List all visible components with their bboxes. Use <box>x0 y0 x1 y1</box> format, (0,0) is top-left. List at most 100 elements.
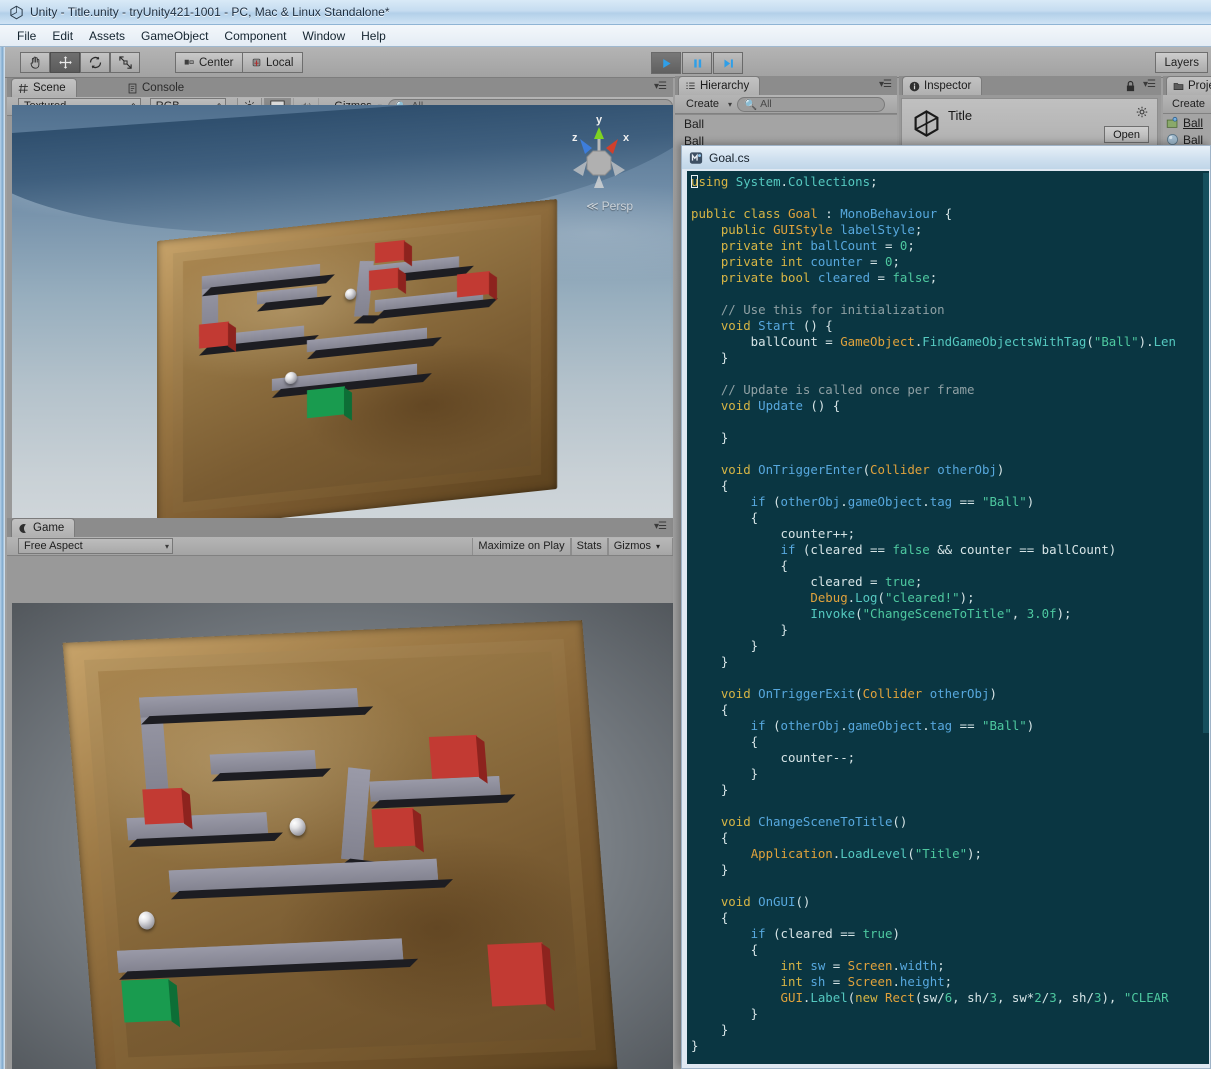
code-line: { <box>691 734 759 749</box>
hierarchy-panel-menu-icon[interactable]: ▾☰ <box>879 79 892 90</box>
hierarchy-create-dropdown[interactable]: Create ▾ <box>681 96 735 112</box>
info-icon <box>909 81 920 91</box>
scene-panel-menu-icon[interactable]: ▾☰ <box>654 81 667 92</box>
tab-console[interactable]: Console <box>120 78 195 97</box>
tab-game[interactable]: Game <box>11 518 76 537</box>
tab-project[interactable]: Project <box>1166 76 1211 95</box>
pause-button[interactable] <box>682 52 712 74</box>
hand-icon <box>30 56 39 69</box>
pivot-mode-button[interactable]: Center <box>175 52 243 73</box>
move-tool-button[interactable] <box>50 52 80 73</box>
project-item[interactable]: Ball <box>1163 114 1211 131</box>
gizmos-dropdown-game[interactable]: Gizmos ▾ <box>607 537 673 555</box>
code-line: ballCount = GameObject.FindGameObjectsWi… <box>691 334 1176 349</box>
move-arrows-icon <box>58 56 72 69</box>
code-line: counter--; <box>691 750 856 765</box>
code-editor-scrollbar-thumb[interactable] <box>1203 173 1209 733</box>
chevron-down-icon: ▾ <box>164 541 169 551</box>
space-mode-button[interactable]: Local <box>242 52 303 73</box>
lock-icon[interactable] <box>1126 80 1135 92</box>
scale-tool-button[interactable] <box>110 52 140 73</box>
tab-hierarchy-label: Hierarchy <box>700 80 750 92</box>
code-line: GUI.Label(new Rect(sw/6, sh/3, sw*2/3, s… <box>780 990 1169 1005</box>
scene-orientation-gizmo[interactable]: y z x <box>563 111 635 195</box>
hand-tool-button[interactable] <box>20 52 50 73</box>
gizmo-axis-z-label: z <box>572 132 578 144</box>
code-line: } <box>691 1006 759 1021</box>
aspect-ratio-value: Free Aspect <box>24 540 83 552</box>
project-item-label[interactable]: Ball <box>1183 116 1203 130</box>
code-line: if (cleared == true) <box>691 926 900 941</box>
code-line: int sh = Screen.height; <box>691 974 953 989</box>
game-subtoolbar: Free Aspect ▾ Maximize on Play Stats Giz… <box>7 537 673 556</box>
scene-viewport[interactable]: y z x ≪ Persp <box>12 105 673 560</box>
play-button[interactable] <box>651 52 681 74</box>
hierarchy-search-input[interactable]: 🔍 All <box>737 96 885 112</box>
game-viewport[interactable] <box>12 603 673 1069</box>
rotate-tool-button[interactable] <box>80 52 110 73</box>
code-line: Debug.Log("cleared!"); <box>810 590 975 605</box>
search-icon: 🔍 <box>744 98 758 111</box>
scene-projection-indicator[interactable]: ≪ Persp <box>586 199 633 213</box>
code-line: private int counter = 0; <box>691 254 900 269</box>
menu-item-file[interactable]: File <box>10 27 43 45</box>
rotate-icon <box>89 56 101 69</box>
menu-item-assets[interactable]: Assets <box>82 27 132 45</box>
code-editor-source[interactable]: using System.Collections; public class G… <box>691 174 1205 1064</box>
red-block <box>487 942 555 1011</box>
step-button[interactable] <box>713 52 743 74</box>
tab-inspector[interactable]: Inspector <box>902 76 983 95</box>
gear-icon[interactable] <box>1136 106 1148 118</box>
inspector-panel-menu-icon[interactable]: ▾☰ <box>1143 79 1156 90</box>
main-toolbar: Center Local Layers <box>5 47 1211 78</box>
code-line: void Start () { <box>691 318 833 333</box>
maze-wall <box>209 750 317 775</box>
code-line: cleared = true; <box>691 574 923 589</box>
code-line: using System.Collections; <box>691 174 878 189</box>
inspector-open-button[interactable]: Open <box>1104 126 1149 143</box>
gizmo-axis-y-label: y <box>596 114 603 126</box>
prefab-icon <box>1166 116 1178 128</box>
code-line: Application.LoadLevel("Title"); <box>750 846 982 861</box>
code-line: void OnTriggerExit(Collider otherObj) <box>691 686 997 701</box>
unity-editor-window: Unity - Title.unity - tryUnity421-1001 -… <box>0 0 1211 1069</box>
stats-button[interactable]: Stats <box>570 537 608 555</box>
tab-hierarchy[interactable]: Hierarchy <box>678 76 761 95</box>
code-editor-scrollbar[interactable] <box>1203 171 1209 1064</box>
scene-tabrow <box>7 78 673 97</box>
stats-label: Stats <box>576 540 602 552</box>
code-editor-text-area[interactable]: using System.Collections; public class G… <box>687 171 1205 1064</box>
chevron-down-icon: ▾ <box>655 541 660 551</box>
code-line: { <box>691 510 759 525</box>
maximize-on-play-button[interactable]: Maximize on Play <box>472 537 571 555</box>
code-line: } <box>691 622 788 637</box>
hierarchy-item[interactable]: Ball <box>675 115 897 132</box>
red-block <box>369 267 406 294</box>
console-icon <box>128 83 137 93</box>
window-title-bar: Unity - Title.unity - tryUnity421-1001 -… <box>0 0 1211 25</box>
code-line: } <box>691 782 729 797</box>
tab-project-label: Project <box>1188 80 1211 92</box>
menu-item-component[interactable]: Component <box>217 27 293 45</box>
hierarchy-search-placeholder: All <box>760 98 772 110</box>
layers-dropdown-button[interactable]: Layers <box>1155 52 1208 73</box>
menu-item-edit[interactable]: Edit <box>45 27 80 45</box>
code-line: private int ballCount = 0; <box>691 238 915 253</box>
code-line: void Update () { <box>691 398 841 413</box>
tab-scene[interactable]: Scene <box>11 78 77 97</box>
code-line: void OnGUI() <box>691 894 811 909</box>
menu-item-gameobject[interactable]: GameObject <box>134 27 215 45</box>
menu-item-help[interactable]: Help <box>354 27 393 45</box>
red-block <box>371 807 424 853</box>
play-icon <box>662 58 671 68</box>
code-line: if (cleared == false && counter == ballC… <box>691 542 1117 557</box>
green-goal <box>307 386 352 421</box>
game-panel-menu-icon[interactable]: ▾☰ <box>654 521 667 532</box>
project-create-dropdown[interactable]: Create ▾ <box>1167 96 1211 112</box>
menu-item-window[interactable]: Window <box>295 27 352 45</box>
aspect-ratio-dropdown[interactable]: Free Aspect ▾ <box>18 538 173 554</box>
